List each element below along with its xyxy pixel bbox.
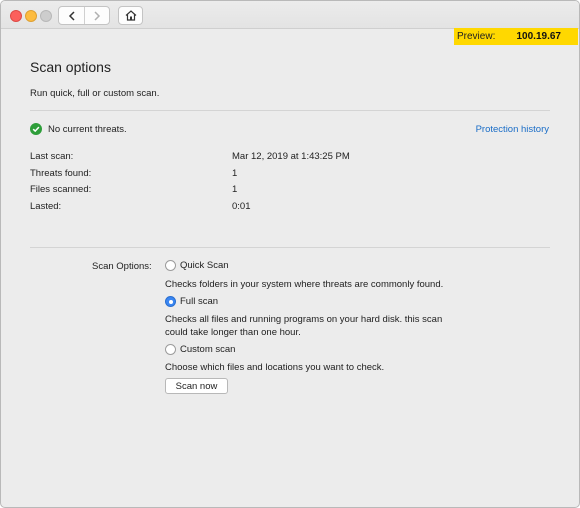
threats-found-value: 1 bbox=[232, 168, 238, 179]
page-title: Scan options bbox=[30, 59, 111, 75]
page-subtitle: Run quick, full or custom scan. bbox=[30, 88, 160, 99]
minimize-window-button[interactable] bbox=[25, 10, 37, 22]
threat-status: No current threats. bbox=[30, 123, 127, 135]
main-content: Scan options Run quick, full or custom s… bbox=[1, 30, 579, 507]
scan-options-label: Scan Options: bbox=[92, 261, 152, 272]
protection-history-link[interactable]: Protection history bbox=[476, 124, 549, 135]
divider bbox=[30, 110, 550, 111]
divider bbox=[30, 247, 550, 248]
files-scanned-label: Files scanned: bbox=[30, 184, 92, 195]
quick-scan-description: Checks folders in your system where thre… bbox=[165, 279, 444, 290]
quick-scan-radio[interactable]: Quick Scan bbox=[165, 260, 229, 271]
custom-scan-radio[interactable]: Custom scan bbox=[165, 344, 235, 355]
home-icon bbox=[125, 10, 136, 21]
close-window-button[interactable] bbox=[10, 10, 22, 22]
radio-button-selected[interactable] bbox=[165, 296, 176, 307]
last-scan-label: Last scan: bbox=[30, 151, 74, 162]
custom-scan-description: Choose which files and locations you wan… bbox=[165, 362, 385, 373]
zoom-window-button[interactable] bbox=[40, 10, 52, 22]
scan-now-button[interactable]: Scan now bbox=[165, 378, 228, 394]
threats-found-label: Threats found: bbox=[30, 168, 92, 179]
full-scan-description: Checks all files and running programs on… bbox=[165, 314, 443, 338]
back-button[interactable] bbox=[59, 7, 84, 24]
app-window: Preview: 100.19.67 Scan options Run quic… bbox=[0, 0, 580, 508]
files-scanned-value: 1 bbox=[232, 184, 238, 195]
forward-button[interactable] bbox=[84, 7, 109, 24]
radio-button[interactable] bbox=[165, 260, 176, 271]
custom-scan-label: Custom scan bbox=[180, 344, 236, 355]
title-bar bbox=[1, 1, 579, 29]
lasted-label: Lasted: bbox=[30, 201, 62, 212]
last-scan-value: Mar 12, 2019 at 1:43:25 PM bbox=[232, 151, 350, 162]
home-button[interactable] bbox=[118, 6, 143, 25]
chevron-right-icon bbox=[94, 10, 101, 21]
threat-status-text: No current threats. bbox=[48, 123, 127, 135]
check-circle-icon bbox=[30, 123, 42, 135]
chevron-left-icon bbox=[68, 10, 75, 21]
full-scan-radio[interactable]: Full scan bbox=[165, 296, 218, 307]
radio-button[interactable] bbox=[165, 344, 176, 355]
full-scan-label: Full scan bbox=[180, 296, 219, 307]
quick-scan-label: Quick Scan bbox=[180, 260, 229, 271]
navigation-buttons bbox=[58, 6, 110, 25]
lasted-value: 0:01 bbox=[232, 201, 251, 212]
